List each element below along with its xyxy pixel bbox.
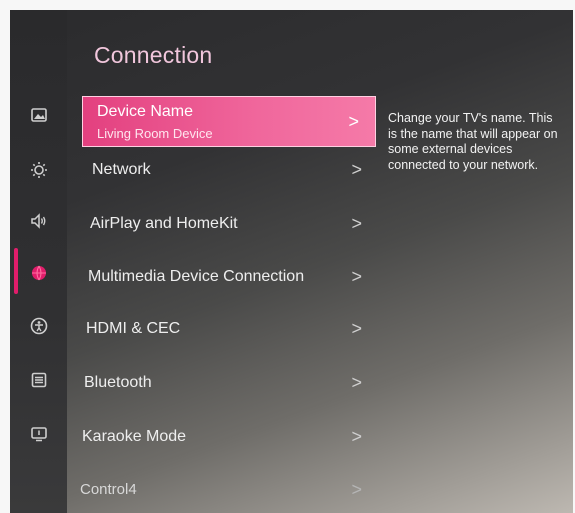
general-icon[interactable] xyxy=(30,371,48,389)
help-description: Change your TV's name. This is the name … xyxy=(388,111,558,172)
chevron-right-icon: > xyxy=(351,266,362,287)
menu-item-label: Karaoke Mode xyxy=(82,428,187,445)
menu-item-network[interactable]: Network > xyxy=(92,156,362,184)
chevron-right-icon: > xyxy=(351,426,362,447)
menu-item-hdmi-cec[interactable]: HDMI & CEC > xyxy=(86,315,362,343)
category-rail xyxy=(10,10,67,513)
chevron-right-icon: > xyxy=(351,213,362,234)
menu-item-airplay-homekit[interactable]: AirPlay and HomeKit > xyxy=(90,210,362,238)
connection-icon[interactable] xyxy=(30,264,48,282)
accessibility-icon[interactable] xyxy=(30,317,48,335)
device-name-value: Living Room Device xyxy=(97,126,213,141)
menu-item-label: Device Name xyxy=(97,103,194,120)
menu-item-label: Network xyxy=(92,161,151,178)
menu-item-label: Multimedia Device Connection xyxy=(88,268,305,285)
tv-settings-screen: Connection Device Name Living Room Devic… xyxy=(10,10,573,513)
chevron-right-icon: > xyxy=(351,479,362,500)
menu-item-karaoke-mode[interactable]: Karaoke Mode > xyxy=(82,423,362,451)
menu-item-label: Bluetooth xyxy=(84,374,152,391)
picture-icon[interactable] xyxy=(30,106,48,124)
menu-item-bluetooth[interactable]: Bluetooth > xyxy=(84,369,362,397)
eco-icon[interactable] xyxy=(30,161,48,179)
chevron-right-icon: > xyxy=(351,372,362,393)
menu-item-label: Control4 xyxy=(80,481,137,498)
menu-item-label: HDMI & CEC xyxy=(86,320,181,337)
active-category-indicator xyxy=(14,248,18,294)
menu-item-label: AirPlay and HomeKit xyxy=(90,215,238,232)
support-icon[interactable] xyxy=(30,425,48,443)
chevron-right-icon: > xyxy=(351,318,362,339)
menu-item-control4[interactable]: Control4 > xyxy=(80,476,362,504)
page-title: Connection xyxy=(94,42,213,68)
chevron-right-icon: > xyxy=(348,111,359,131)
menu-item-device-name[interactable]: Device Name Living Room Device > xyxy=(82,96,376,147)
menu-item-multimedia-device-connection[interactable]: Multimedia Device Connection > xyxy=(88,263,362,291)
chevron-right-icon: > xyxy=(351,159,362,180)
sound-icon[interactable] xyxy=(30,212,48,230)
